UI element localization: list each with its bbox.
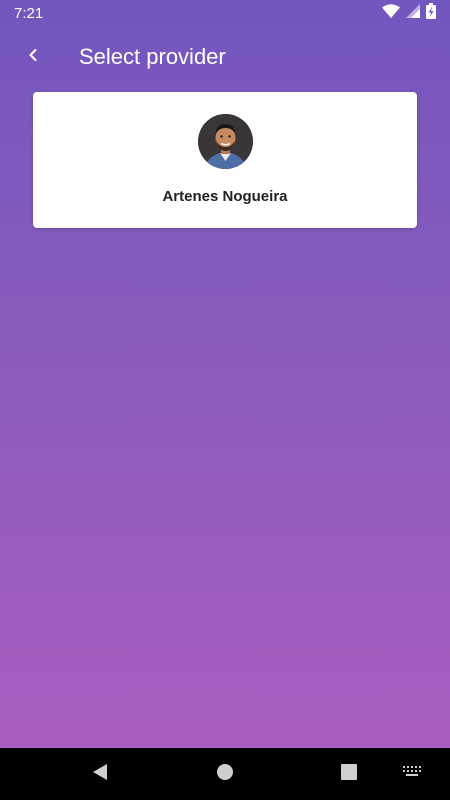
- status-bar: 7:21: [0, 0, 450, 28]
- avatar: [198, 114, 253, 169]
- battery-charging-icon: [426, 2, 436, 24]
- app-bar: Select provider: [0, 28, 450, 88]
- page-title: Select provider: [79, 44, 226, 69]
- signal-icon: [406, 3, 420, 23]
- back-button[interactable]: [16, 40, 50, 74]
- wifi-icon: [382, 3, 400, 23]
- avatar-photo: [198, 114, 253, 169]
- keyboard-button[interactable]: [400, 762, 424, 786]
- provider-name: Artenes Nogueira: [162, 188, 288, 205]
- app-screen: 7:21 Select provider Artenes Nogueira: [0, 0, 450, 748]
- recents-square-icon: [341, 763, 357, 785]
- chevron-left-icon: [27, 47, 39, 68]
- nav-back-button[interactable]: [88, 762, 112, 786]
- home-circle-icon: [216, 763, 234, 786]
- nav-recents-button[interactable]: [337, 762, 361, 786]
- keyboard-icon: [402, 765, 422, 784]
- back-triangle-icon: [91, 763, 109, 786]
- nav-home-button[interactable]: [213, 762, 237, 786]
- status-time: 7:21: [14, 5, 44, 22]
- status-icons: [382, 2, 436, 24]
- provider-card[interactable]: Artenes Nogueira: [33, 92, 417, 228]
- nav-bar: [0, 748, 450, 800]
